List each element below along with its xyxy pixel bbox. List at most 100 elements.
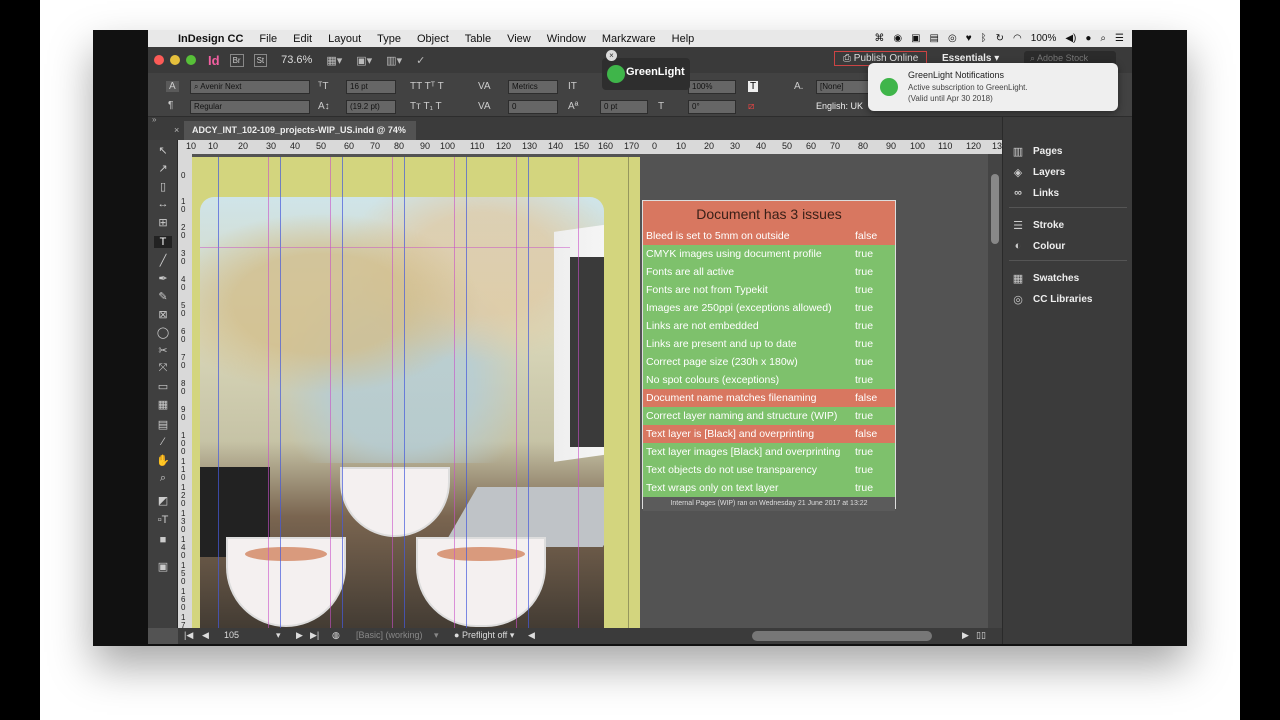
content-collector-icon[interactable]: ⊞ — [154, 216, 172, 229]
menu-layout[interactable]: Layout — [320, 33, 369, 45]
line-tool-icon[interactable]: ╱ — [154, 254, 172, 267]
scroll-right-icon[interactable]: ▶ — [962, 630, 969, 641]
tracking-field[interactable]: 0 — [508, 100, 558, 114]
links-panel-tab[interactable]: ∞ Links — [1011, 187, 1059, 199]
gradient-swatch-tool-icon[interactable]: ▭ — [154, 380, 172, 393]
kerning-field[interactable]: Metrics — [508, 80, 558, 94]
cc-libraries-panel-tab[interactable]: ◎ CC Libraries — [1011, 293, 1092, 306]
font-size-field[interactable]: 16 pt — [346, 80, 396, 94]
minimize-window-button[interactable] — [170, 55, 180, 65]
direct-selection-tool-icon[interactable]: ↗ — [154, 162, 172, 175]
status-app-icon[interactable]: ⌘ — [874, 33, 884, 44]
ellipse-tool-icon[interactable]: ◯ — [154, 326, 172, 339]
previous-page-icon[interactable]: ◀ — [202, 630, 209, 641]
menu-table[interactable]: Table — [457, 33, 499, 45]
spotlight-icon[interactable]: ⌕ — [1100, 33, 1106, 44]
font-style-field[interactable]: Regular — [190, 100, 310, 114]
last-page-icon[interactable]: ▶| — [310, 630, 319, 641]
greenlight-toolbar-icon[interactable]: ✓ — [416, 54, 425, 67]
profile-dropdown-icon[interactable]: ▾ — [434, 630, 439, 641]
bridge-button[interactable]: Br — [229, 53, 244, 67]
wifi-icon[interactable]: ◠ — [1013, 33, 1022, 44]
paragraph-mode-icon[interactable]: ¶ — [168, 100, 173, 111]
collapse-toolbox-icon[interactable]: » — [152, 115, 156, 124]
gradient-feather-tool-icon[interactable]: ▦ — [154, 398, 172, 411]
vertical-scale-field[interactable]: 100% — [688, 80, 736, 94]
page-dropdown-icon[interactable]: ▾ — [276, 630, 281, 641]
stroke-panel-tab[interactable]: ☰ Stroke — [1011, 219, 1064, 232]
rectangle-frame-tool-icon[interactable]: ⊠ — [154, 308, 172, 321]
vertical-scrollbar[interactable] — [988, 154, 1002, 628]
note-tool-icon[interactable]: ▤ — [154, 418, 172, 431]
arrange-documents-icon[interactable]: ▥▾ — [386, 54, 402, 67]
view-options-icon[interactable]: ▦▾ — [326, 54, 342, 67]
menu-app[interactable]: InDesign CC — [170, 33, 251, 45]
document-icon[interactable]: ▤ — [930, 33, 939, 44]
menu-edit[interactable]: Edit — [285, 33, 320, 45]
close-tab-icon[interactable]: × — [174, 125, 179, 135]
stock-button[interactable]: St — [253, 53, 268, 67]
menu-markzware[interactable]: Markzware — [594, 33, 664, 45]
scroll-left-icon[interactable]: ◀ — [528, 630, 535, 641]
zoom-window-button[interactable] — [186, 55, 196, 65]
time-machine-icon[interactable]: ↻ — [996, 33, 1004, 44]
greenlight-notification[interactable]: GreenLight Notifications Active subscrip… — [868, 63, 1118, 111]
pages-panel-tab[interactable]: ▥ Pages — [1011, 145, 1063, 158]
leading-field[interactable]: (19.2 pt) — [346, 100, 396, 114]
split-view-icon[interactable]: ▯▯ — [976, 630, 986, 641]
pencil-tool-icon[interactable]: ✎ — [154, 290, 172, 303]
volume-icon[interactable]: ◀) — [1065, 33, 1076, 44]
skew-field[interactable]: 0° — [688, 100, 736, 114]
scissors-tool-icon[interactable]: ✂ — [154, 344, 172, 357]
gap-tool-icon[interactable]: ↔ — [154, 198, 172, 210]
clipboard-icon[interactable]: ▣ — [911, 33, 920, 44]
preflight-profile[interactable]: [Basic] (working) — [356, 630, 423, 640]
eyedropper-tool-icon[interactable]: ⁄ — [154, 436, 172, 448]
font-family-field[interactable]: ⌕ Avenir Next — [190, 80, 310, 94]
page-tool-icon[interactable]: ▯ — [154, 180, 172, 193]
menu-object[interactable]: Object — [409, 33, 457, 45]
eye-icon[interactable]: ◉ — [893, 33, 902, 44]
menu-view[interactable]: View — [499, 33, 539, 45]
swatches-panel-tab[interactable]: ▦ Swatches — [1011, 272, 1079, 285]
formatting-affects-text-icon[interactable]: ▫T — [154, 514, 172, 526]
greenlight-popup[interactable]: × GreenLight — [602, 50, 690, 90]
page-number-field[interactable]: 105 — [224, 630, 239, 640]
hand-tool-icon[interactable]: ✋ — [154, 454, 172, 467]
first-page-icon[interactable]: |◀ — [184, 630, 193, 641]
pen-tool-icon[interactable]: ✒ — [154, 272, 172, 285]
fill-stroke-swatch-icon[interactable]: ◩ — [154, 494, 172, 507]
preflight-status[interactable]: ● Preflight off ▾ — [454, 630, 514, 641]
free-transform-tool-icon[interactable]: ⤧ — [154, 362, 172, 375]
colour-panel-tab[interactable]: ◐ Colour — [1011, 240, 1066, 252]
zoom-tool-icon[interactable]: ⌕ — [154, 472, 172, 485]
text-fill-icon[interactable]: T — [748, 81, 759, 92]
horizontal-scroll-thumb[interactable] — [752, 631, 932, 641]
document-tab[interactable]: ADCY_INT_102-109_projects-WIP_US.indd @ … — [184, 121, 416, 140]
zoom-level[interactable]: 73.6% — [281, 54, 312, 66]
all-caps-icon[interactable]: TT Tᵀ T — [410, 81, 444, 92]
heart-icon[interactable]: ♥ — [966, 33, 972, 44]
bluetooth-icon[interactable]: ᛒ — [981, 33, 987, 44]
notification-center-icon[interactable]: ☰ — [1115, 33, 1124, 44]
apply-color-icon[interactable]: ■ — [154, 534, 172, 546]
vertical-scroll-thumb[interactable] — [991, 174, 999, 244]
menu-type[interactable]: Type — [369, 33, 409, 45]
text-stroke-none-icon[interactable]: ⧄ — [748, 101, 754, 112]
close-window-button[interactable] — [154, 55, 164, 65]
screen-mode-tool-icon[interactable]: ▣ — [154, 560, 172, 573]
close-icon[interactable]: × — [606, 50, 617, 61]
menu-window[interactable]: Window — [539, 33, 594, 45]
battery-level[interactable]: 100% — [1031, 33, 1057, 44]
record-icon[interactable]: ◎ — [948, 33, 957, 44]
baseline-shift-field[interactable]: 0 pt — [600, 100, 648, 114]
open-page-icon[interactable]: ◍ — [332, 630, 340, 641]
type-tool-icon[interactable]: T — [154, 236, 172, 248]
character-mode-icon[interactable]: A — [166, 81, 179, 92]
next-page-icon[interactable]: ▶ — [296, 630, 303, 641]
menu-help[interactable]: Help — [664, 33, 703, 45]
user-icon[interactable]: ● — [1085, 33, 1091, 44]
layers-panel-tab[interactable]: ◈ Layers — [1011, 166, 1065, 179]
screen-mode-icon[interactable]: ▣▾ — [356, 54, 372, 67]
language-field[interactable]: English: UK — [816, 101, 863, 111]
